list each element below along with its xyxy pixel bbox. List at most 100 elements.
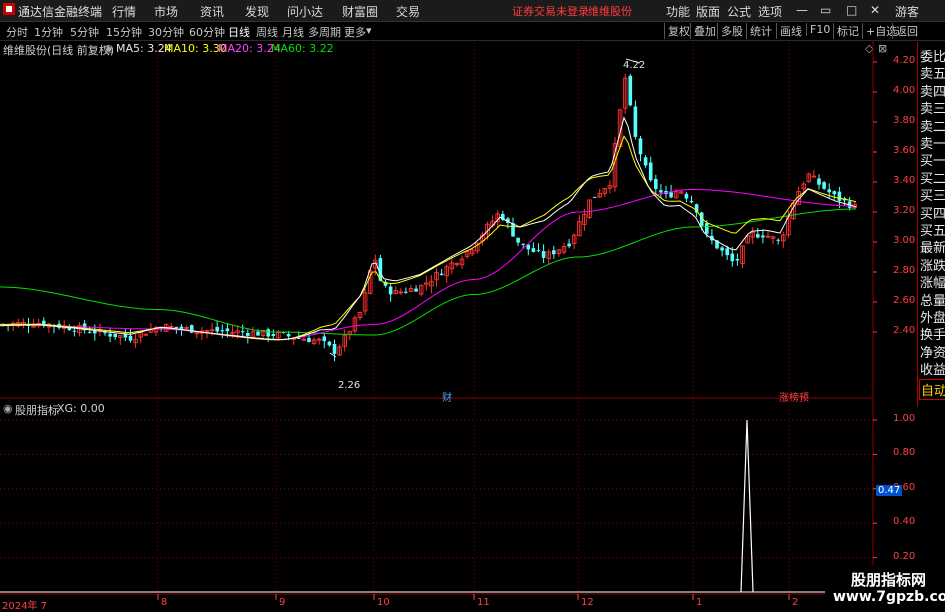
candle-body-down	[817, 178, 821, 185]
x-tick-label: 12	[581, 597, 594, 608]
candle-body-down	[307, 337, 311, 343]
candle-body-down	[404, 291, 408, 293]
candle-body-down	[659, 190, 663, 193]
candle-body-down	[837, 191, 842, 201]
watermark-line2: www.7gpzb.com	[833, 589, 945, 605]
candle-body-down	[705, 223, 709, 234]
candle-body-down	[240, 331, 245, 333]
side-panel-item[interactable]: 卖四	[920, 81, 945, 100]
candle-body-down	[511, 223, 515, 237]
candle-body-down	[87, 331, 92, 333]
side-panel-item[interactable]: 委比	[920, 46, 945, 65]
x-tick-label: 1	[696, 597, 703, 608]
candle-body-down	[531, 248, 536, 252]
indicator-spike	[740, 419, 754, 593]
candle-body-down	[93, 330, 97, 334]
candle-body-down	[689, 200, 694, 203]
main-y-tick-label: 3.40	[893, 175, 916, 186]
candle-body-down	[383, 281, 388, 286]
finance-marker[interactable]: 财	[442, 389, 452, 404]
side-panel-item[interactable]: 最新	[920, 237, 945, 256]
candle-body-down	[720, 247, 724, 251]
side-panel-item[interactable]: 卖五	[920, 63, 945, 82]
side-panel-item[interactable]: 总量	[920, 290, 945, 309]
main-y-tick-label: 3.60	[893, 145, 916, 156]
kline-chart[interactable]	[0, 0, 945, 609]
side-panel-item[interactable]: 涨跌	[920, 255, 945, 274]
side-panel-item[interactable]: 自动	[919, 378, 945, 400]
side-panel-item[interactable]: 涨幅	[920, 272, 945, 291]
candle-body-down	[684, 193, 689, 199]
candle-body-down	[414, 288, 418, 292]
x-tick-label: 9	[279, 597, 286, 608]
candle-body-down	[266, 329, 270, 337]
candle-body-down	[761, 235, 765, 238]
candle-body-down	[633, 106, 638, 137]
side-panel-item[interactable]: 买五	[920, 220, 945, 239]
candle-body-down	[638, 138, 643, 155]
main-y-tick-label: 2.60	[893, 295, 916, 306]
candle-body-down	[516, 237, 520, 243]
watermark: 股朋指标网 www.7gpzb.com	[825, 565, 945, 609]
main-y-tick-label: 3.00	[893, 235, 916, 246]
candle-body-down	[388, 286, 393, 295]
main-y-tick-label: 4.00	[893, 85, 916, 96]
side-panel-item[interactable]: 卖一	[920, 133, 945, 152]
candle-body-down	[103, 332, 107, 334]
candle-body-down	[322, 336, 327, 342]
candle-body-down	[643, 157, 648, 166]
side-panel-item[interactable]: 换手	[920, 324, 945, 343]
sub-y-tick-label: 1.00	[893, 413, 916, 424]
candle-body-down	[592, 196, 597, 198]
x-tick-label: 8	[161, 597, 168, 608]
candle-body-down	[822, 182, 826, 189]
candle-body-down	[735, 258, 740, 261]
candle-body-down	[332, 343, 337, 354]
x-tick-label: 2	[792, 597, 799, 608]
candle-body-down	[536, 250, 541, 252]
lhb-marker[interactable]: 涨榜预	[779, 389, 809, 404]
candle-body-down	[521, 243, 525, 245]
ma-line-ma60	[0, 208, 856, 336]
ma-line-ma5	[0, 116, 857, 341]
main-y-tick-label: 3.80	[893, 115, 916, 126]
candle-body-down	[286, 334, 291, 337]
main-y-tick-label: 4.20	[893, 55, 916, 66]
candle-body-down	[113, 333, 117, 338]
candle-body-down	[552, 250, 556, 255]
ma-line-ma10	[0, 135, 857, 341]
main-y-tick-label: 3.20	[893, 205, 916, 216]
x-tick-label: 2024年 7	[2, 601, 47, 612]
main-y-tick-label: 2.40	[893, 325, 916, 336]
side-panel-item[interactable]: 买一	[920, 150, 945, 169]
side-panel-item[interactable]: 买二	[920, 168, 945, 187]
candle-body-down	[327, 341, 332, 346]
side-panel-item[interactable]: 收益	[920, 359, 945, 378]
candle-body-down	[832, 191, 837, 195]
side-panel-item[interactable]: 买三	[920, 185, 945, 204]
candle-body-down	[179, 326, 184, 329]
candle-body-down	[541, 251, 546, 258]
x-tick-label: 11	[477, 597, 490, 608]
candle-body-down	[654, 179, 658, 189]
candle-body-down	[225, 328, 230, 332]
side-panel-item[interactable]: 卖三	[920, 98, 945, 117]
side-panel-item[interactable]: 买四	[920, 203, 945, 222]
side-panel-item[interactable]: 卖二	[920, 116, 945, 135]
candle-body-down	[174, 326, 179, 329]
side-panel-item[interactable]: 外盘	[920, 307, 945, 326]
side-panel-item[interactable]: 净资	[920, 342, 945, 361]
sub-y-tick-label: 0.40	[893, 516, 916, 528]
candle-body-down	[669, 192, 673, 198]
candle-body-down	[246, 332, 250, 336]
candle-body-down	[439, 273, 444, 276]
candle-body-down	[256, 331, 260, 336]
candle-body-down	[827, 189, 831, 193]
candle-body-down	[297, 338, 301, 340]
sub-y-tick-label: 0.20	[893, 550, 916, 562]
candle-body-down	[756, 234, 760, 238]
low-price-label: 2.26	[338, 380, 361, 391]
ma-line-ma20	[0, 189, 856, 340]
watermark-line1: 股朋指标网	[851, 571, 927, 589]
candle-body-down	[215, 326, 219, 332]
